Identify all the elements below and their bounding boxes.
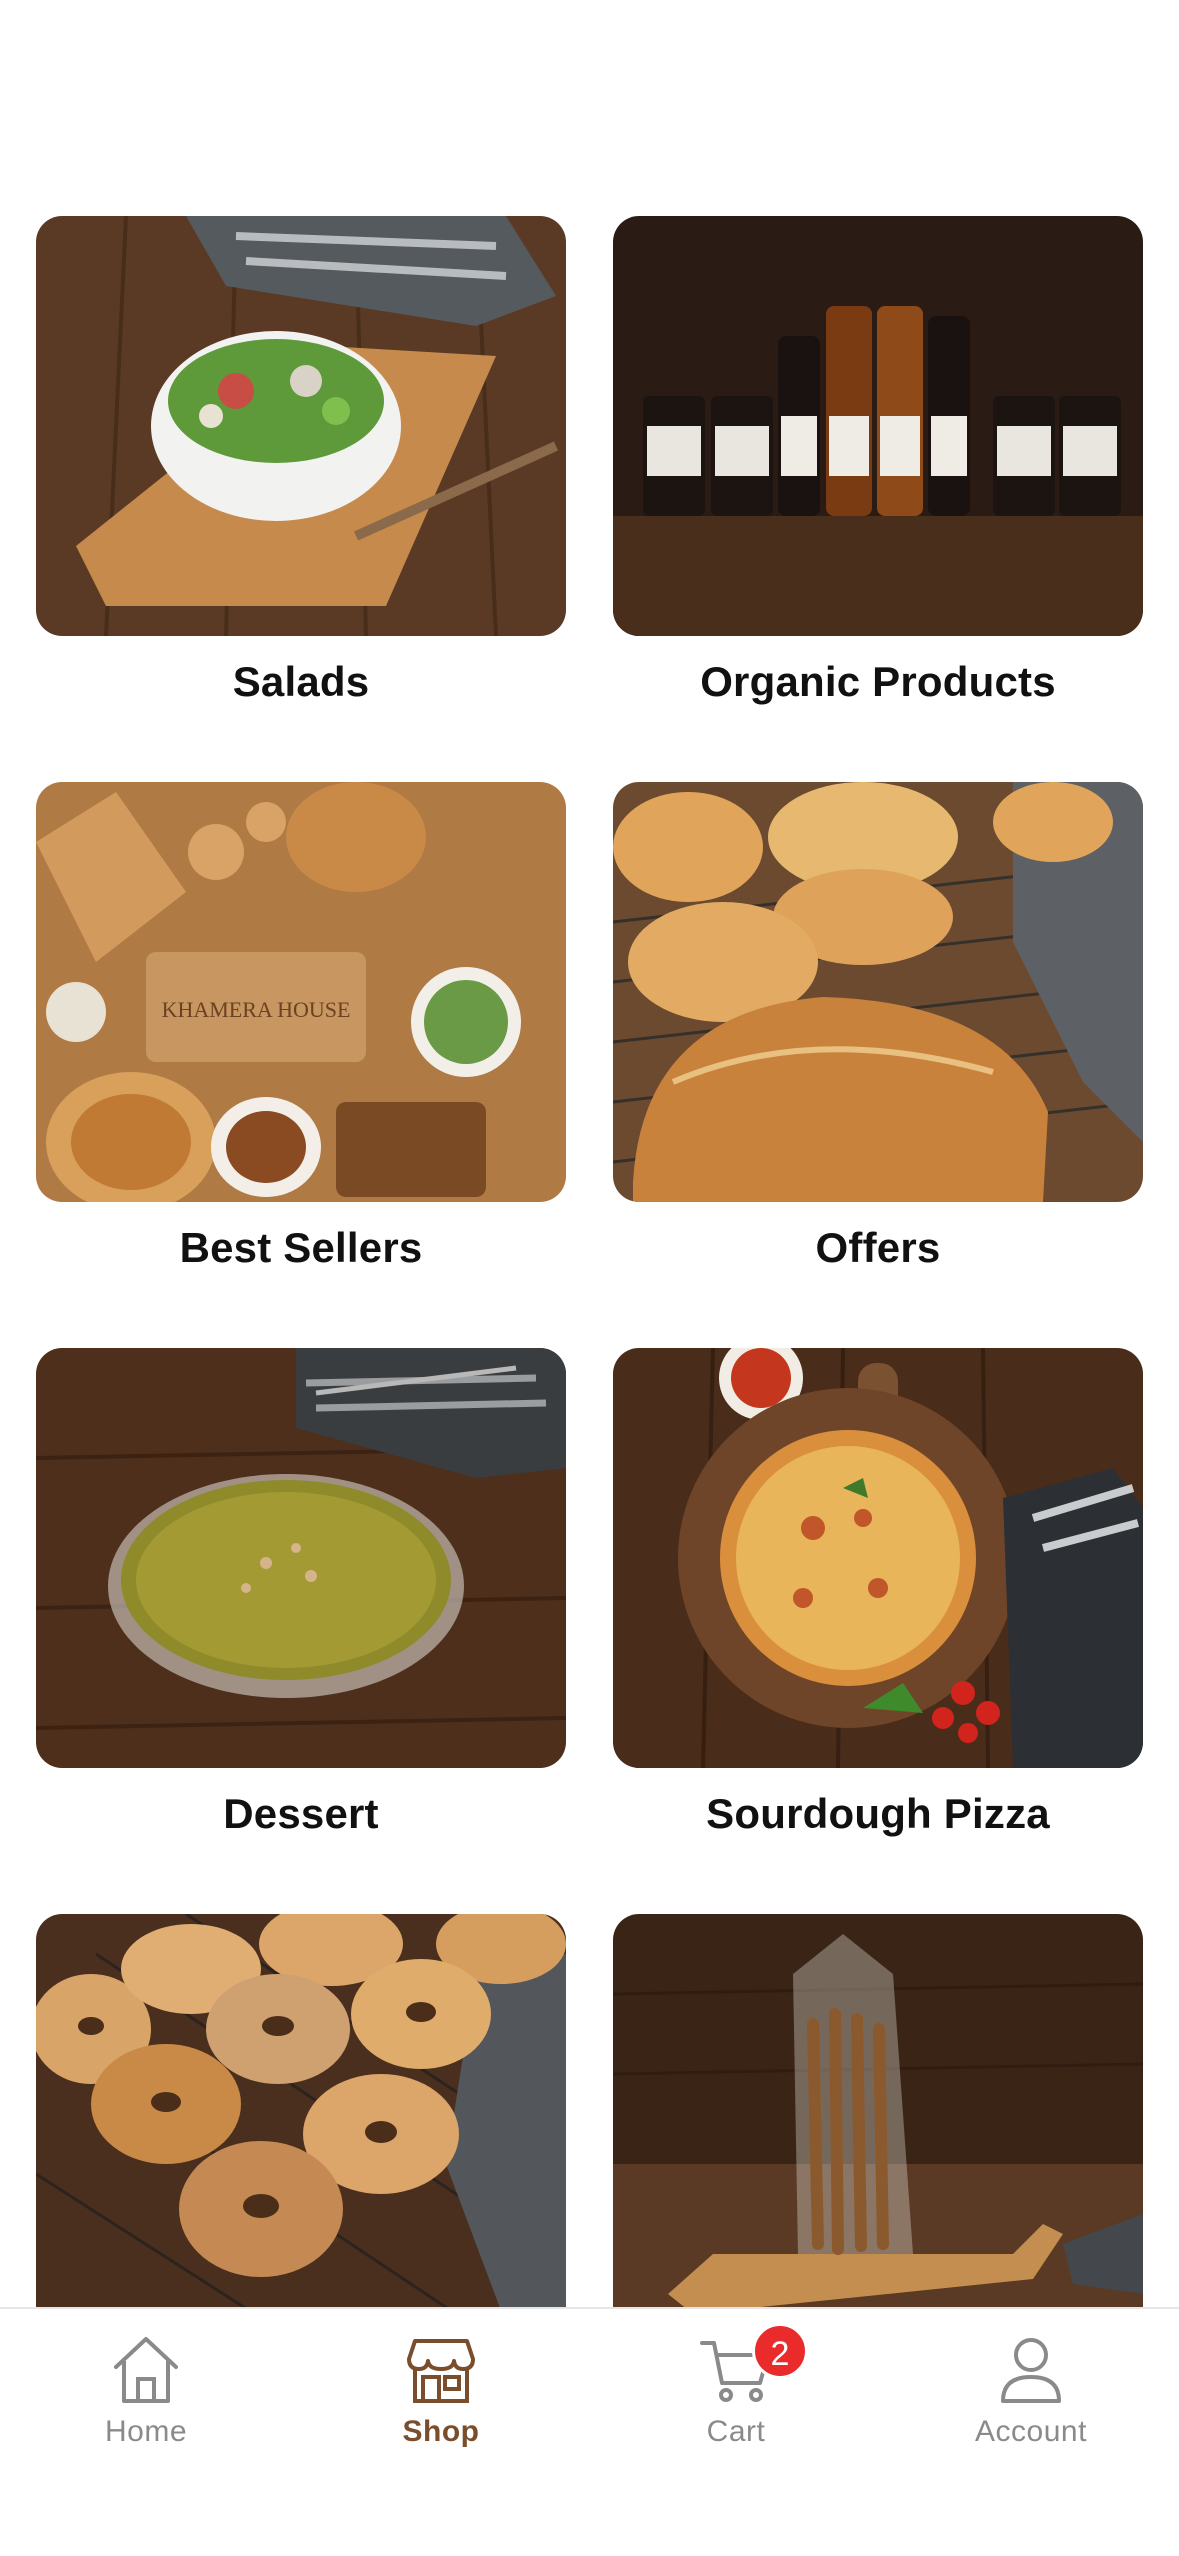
svg-text:KHAMERA HOUSE: KHAMERA HOUSE [162, 997, 351, 1022]
person-icon [991, 2329, 1071, 2409]
category-label: Organic Products [700, 658, 1056, 705]
category-label: Sourdough Pizza [706, 1790, 1050, 1837]
category-label: Offers [815, 1224, 941, 1271]
tab-cart[interactable]: 2 Cart [626, 2323, 846, 2469]
category-image-salads [36, 216, 566, 636]
tab-home-label: Home [104, 2415, 188, 2448]
bottom-tab-bar: Home Shop 2 Cart Account [0, 2307, 1179, 2556]
category-image-best-sellers: KHAMERA HOUSE [36, 782, 566, 1202]
category-tile-offers[interactable]: Offers [613, 782, 1143, 1301]
category-tile-organic-products[interactable]: Organic Products [613, 216, 1143, 735]
tab-shop-label: Shop [402, 2415, 480, 2448]
tab-account-label: Account [975, 2415, 1087, 2448]
tab-account[interactable]: Account [921, 2329, 1141, 2469]
category-tile-sourdough-pizza[interactable]: Sourdough Pizza [613, 1348, 1143, 1867]
category-tile-salads[interactable]: Salads [36, 216, 566, 735]
category-image-bagels [36, 1914, 566, 2334]
tab-shop[interactable]: Shop [331, 2329, 551, 2469]
category-label: Dessert [223, 1790, 379, 1837]
category-grid: Salads Organic Products KHAMERA HOUSE Be… [36, 216, 1143, 2433]
category-label: Salads [232, 658, 370, 705]
category-image-breadsticks [613, 1914, 1143, 2334]
category-image-offers [613, 782, 1143, 1202]
tab-home[interactable]: Home [36, 2329, 256, 2469]
store-icon [401, 2329, 481, 2409]
category-label: Best Sellers [179, 1224, 423, 1271]
category-image-organic-products [613, 216, 1143, 636]
home-icon [106, 2329, 186, 2409]
category-tile-best-sellers[interactable]: KHAMERA HOUSE Best Sellers [36, 782, 566, 1301]
category-image-dessert [36, 1348, 566, 1768]
category-tile-dessert[interactable]: Dessert [36, 1348, 566, 1867]
cart-badge: 2 [752, 2323, 808, 2379]
tab-cart-label: Cart [706, 2415, 766, 2448]
category-image-sourdough-pizza [613, 1348, 1143, 1768]
